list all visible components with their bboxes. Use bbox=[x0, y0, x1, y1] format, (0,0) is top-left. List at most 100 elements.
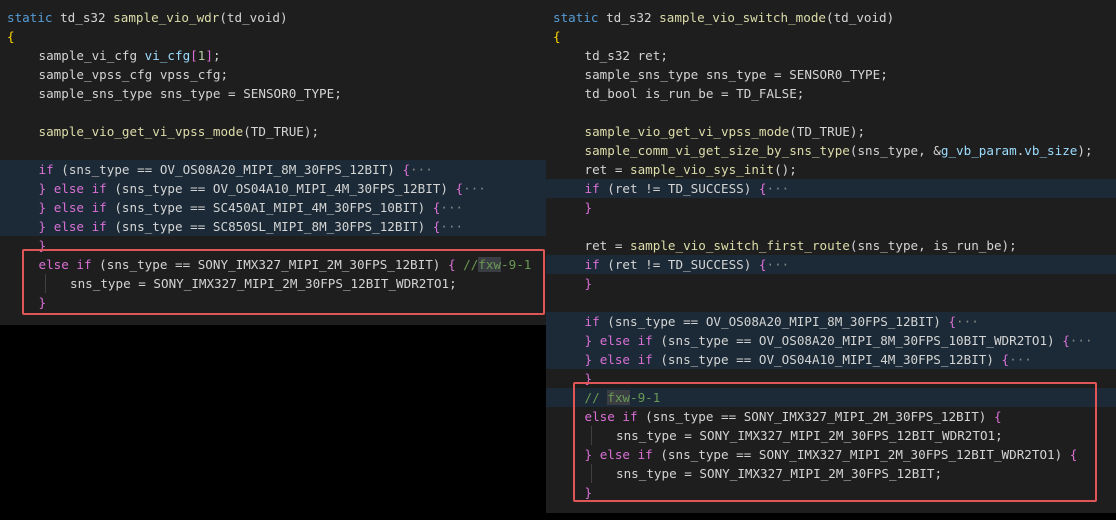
code-line[interactable]: static td_s32 sample_vio_switch_mode(td_… bbox=[546, 8, 1116, 27]
code-line[interactable]: } else if (sns_type == OV_OS08A20_MIPI_8… bbox=[546, 331, 1116, 350]
code-token: sample_vi_cfg bbox=[38, 48, 145, 63]
code-token: sample_vio_wdr bbox=[113, 10, 220, 25]
code-line[interactable]: if (ret != TD_SUCCESS) {··· bbox=[546, 255, 1116, 274]
code-line[interactable] bbox=[546, 103, 1116, 122]
left-highlight-box bbox=[22, 249, 545, 315]
fold-ellipsis-icon[interactable]: ··· bbox=[767, 257, 790, 272]
code-token: td_bool is_run_be = TD_FALSE; bbox=[584, 86, 805, 101]
code-line[interactable]: if (sns_type == OV_OS08A20_MIPI_8M_30FPS… bbox=[546, 312, 1116, 331]
code-line[interactable]: td_bool is_run_be = TD_FALSE; bbox=[546, 84, 1116, 103]
code-token: { bbox=[455, 181, 464, 196]
code-token: { bbox=[758, 181, 767, 196]
code-token: static bbox=[7, 10, 53, 25]
code-line[interactable]: static td_s32 sample_vio_wdr(td_void) bbox=[0, 8, 546, 27]
code-text: static td_s32 sample_vio_wdr(td_void) bbox=[7, 8, 288, 27]
code-token: (); bbox=[774, 162, 797, 177]
code-line[interactable] bbox=[0, 103, 546, 122]
code-token: (sns_type == OV_OS08A20_MIPI_8M_30FPS_10… bbox=[652, 333, 1063, 348]
code-token: (sns_type == OV_OS04A10_MIPI_4M_30FPS_12… bbox=[652, 352, 1002, 367]
code-token: sample_vio_get_vi_vpss_mode bbox=[584, 124, 790, 139]
code-line[interactable]: sample_vi_cfg vi_cfg[1]; bbox=[0, 46, 546, 65]
code-token: } bbox=[38, 200, 47, 215]
code-token: else if bbox=[53, 181, 107, 196]
code-line[interactable]: sample_sns_type sns_type = SENSOR0_TYPE; bbox=[0, 84, 546, 103]
code-text: } bbox=[585, 274, 593, 293]
code-line[interactable]: sample_vpss_cfg vpss_cfg; bbox=[0, 65, 546, 84]
code-token: (sns_type == OV_OS04A10_MIPI_4M_30FPS_12… bbox=[106, 181, 456, 196]
code-token: } bbox=[584, 333, 593, 348]
code-text: if (sns_type == OV_OS08A20_MIPI_8M_30FPS… bbox=[585, 312, 979, 331]
code-token: (td_void) bbox=[219, 10, 288, 25]
code-token: (TD_TRUE); bbox=[789, 124, 866, 139]
code-token: vi_cfg bbox=[144, 48, 191, 63]
code-text: sample_sns_type sns_type = SENSOR0_TYPE; bbox=[585, 65, 888, 84]
code-token: else if bbox=[53, 219, 107, 234]
code-token: sample_vio_sys_init bbox=[630, 162, 775, 177]
code-text: } else if (sns_type == SC850SL_MIPI_8M_3… bbox=[39, 217, 464, 236]
fold-ellipsis-icon[interactable]: ··· bbox=[440, 200, 463, 215]
code-token: if bbox=[38, 162, 54, 177]
fold-ellipsis-icon[interactable]: ··· bbox=[1009, 352, 1032, 367]
code-token: (td_void) bbox=[825, 10, 895, 25]
code-line[interactable]: } else if (sns_type == OV_OS04A10_MIPI_4… bbox=[546, 350, 1116, 369]
code-line[interactable]: sample_comm_vi_get_size_by_sns_type(sns_… bbox=[546, 141, 1116, 160]
code-token: ; bbox=[212, 48, 221, 63]
code-line[interactable]: if (sns_type == OV_OS08A20_MIPI_8M_30FPS… bbox=[0, 160, 546, 179]
code-text: } else if (sns_type == OV_OS04A10_MIPI_4… bbox=[39, 179, 486, 198]
code-line[interactable] bbox=[0, 141, 546, 160]
code-token: } bbox=[584, 200, 593, 215]
code-token: { bbox=[948, 314, 957, 329]
code-line[interactable]: td_s32 ret; bbox=[546, 46, 1116, 65]
code-line[interactable] bbox=[546, 217, 1116, 236]
code-line[interactable]: } bbox=[546, 198, 1116, 217]
code-text: sample_sns_type sns_type = SENSOR0_TYPE; bbox=[39, 84, 342, 103]
code-text: if (ret != TD_SUCCESS) {··· bbox=[585, 179, 790, 198]
code-line[interactable]: { bbox=[546, 27, 1116, 46]
code-text: static td_s32 sample_vio_switch_mode(td_… bbox=[553, 8, 894, 27]
code-token: sample_vio_get_vi_vpss_mode bbox=[38, 124, 244, 139]
code-line[interactable]: sample_vio_get_vi_vpss_mode(TD_TRUE); bbox=[546, 122, 1116, 141]
code-token: (sns_type == OV_OS08A20_MIPI_8M_30FPS_12… bbox=[599, 314, 949, 329]
code-token: (sns_type, & bbox=[849, 143, 941, 158]
code-line[interactable]: } else if (sns_type == OV_OS04A10_MIPI_4… bbox=[0, 179, 546, 198]
code-text: sample_comm_vi_get_size_by_sns_type(sns_… bbox=[585, 141, 1093, 160]
code-token: ret = bbox=[584, 238, 630, 253]
code-text: sample_vio_get_vi_vpss_mode(TD_TRUE); bbox=[585, 122, 866, 141]
code-token: (sns_type == SC450AI_MIPI_4M_30FPS_10BIT… bbox=[106, 200, 433, 215]
code-text: if (ret != TD_SUCCESS) {··· bbox=[585, 255, 790, 274]
code-token: { bbox=[402, 162, 411, 177]
fold-ellipsis-icon[interactable]: ··· bbox=[767, 181, 790, 196]
code-line[interactable]: ret = sample_vio_sys_init(); bbox=[546, 160, 1116, 179]
code-token: if bbox=[584, 257, 600, 272]
code-token: [ bbox=[190, 48, 198, 63]
code-token: td_s32 ret; bbox=[584, 48, 668, 63]
code-line[interactable]: ret = sample_vio_switch_first_route(sns_… bbox=[546, 236, 1116, 255]
code-text: sample_vpss_cfg vpss_cfg; bbox=[39, 65, 229, 84]
code-token: sample_vio_switch_first_route bbox=[630, 238, 850, 253]
code-token: (sns_type, is_run_be); bbox=[849, 238, 1017, 253]
code-line[interactable]: sample_vio_get_vi_vpss_mode(TD_TRUE); bbox=[0, 122, 546, 141]
code-token: ret = bbox=[584, 162, 630, 177]
fold-ellipsis-icon[interactable]: ··· bbox=[1070, 333, 1093, 348]
code-line[interactable]: sample_sns_type sns_type = SENSOR0_TYPE; bbox=[546, 65, 1116, 84]
fold-ellipsis-icon[interactable]: ··· bbox=[463, 181, 486, 196]
code-token: ); bbox=[1077, 143, 1093, 158]
code-line[interactable]: } else if (sns_type == SC450AI_MIPI_4M_3… bbox=[0, 198, 546, 217]
code-line[interactable]: if (ret != TD_SUCCESS) {··· bbox=[546, 179, 1116, 198]
fold-ellipsis-icon[interactable]: ··· bbox=[956, 314, 979, 329]
right-highlight-box bbox=[573, 382, 1097, 502]
fold-ellipsis-icon[interactable]: ··· bbox=[440, 219, 463, 234]
code-line[interactable]: } bbox=[546, 274, 1116, 293]
code-line[interactable] bbox=[546, 293, 1116, 312]
code-token: vb_size bbox=[1024, 143, 1078, 158]
code-line[interactable]: { bbox=[0, 27, 546, 46]
code-text: ret = sample_vio_switch_first_route(sns_… bbox=[585, 236, 1017, 255]
code-token: { bbox=[758, 257, 767, 272]
code-text: td_bool is_run_be = TD_FALSE; bbox=[585, 84, 805, 103]
code-line[interactable]: } else if (sns_type == SC850SL_MIPI_8M_3… bbox=[0, 217, 546, 236]
fold-ellipsis-icon[interactable]: ··· bbox=[410, 162, 433, 177]
